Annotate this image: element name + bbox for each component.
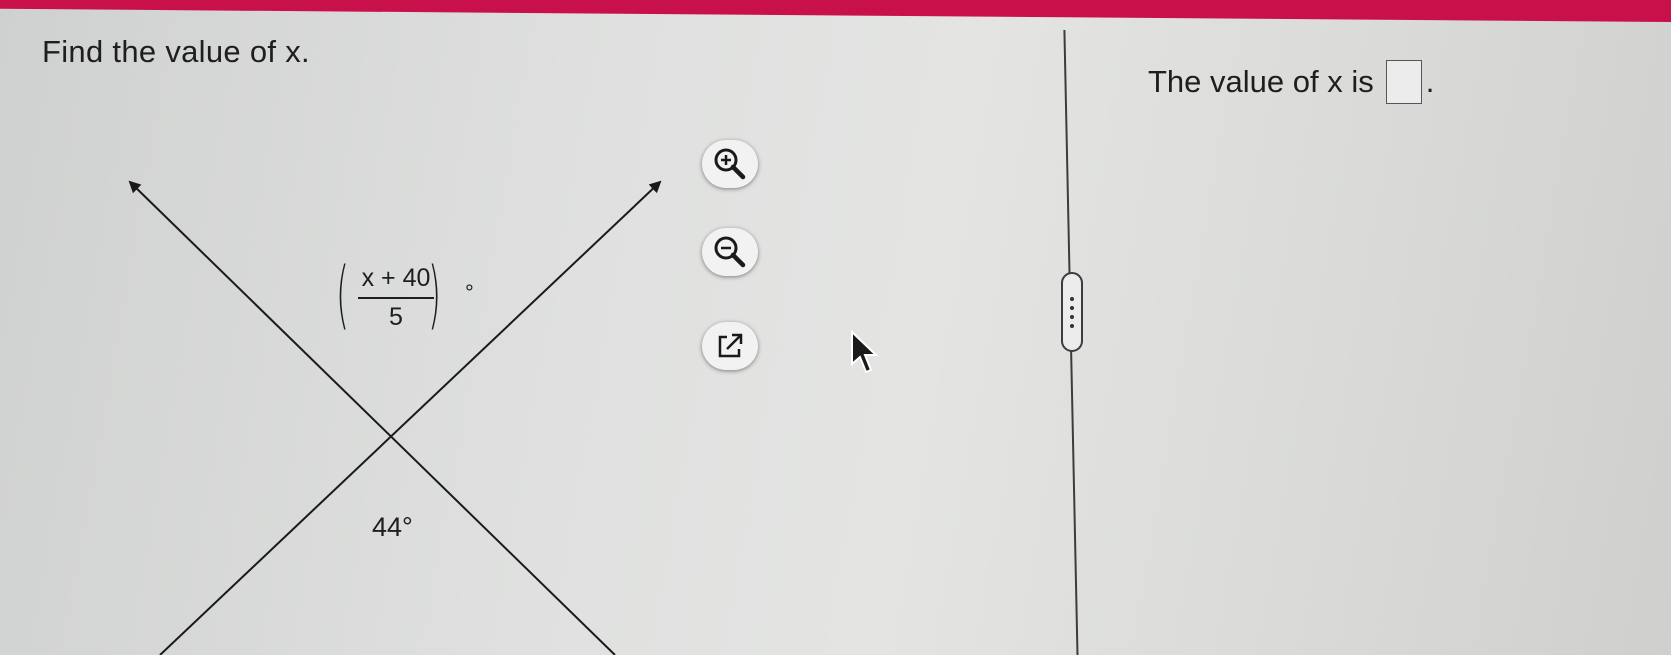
grip-dot (1070, 296, 1074, 301)
answer-statement: The value of x is . (1148, 60, 1434, 104)
fraction-denominator: 5 (389, 303, 403, 331)
answer-period: . (1425, 64, 1435, 99)
answer-input[interactable] (1385, 60, 1422, 104)
mouse-cursor-icon (851, 330, 879, 374)
grip-dot (1070, 314, 1074, 319)
grip-dot (1070, 323, 1074, 328)
zoom-out-button[interactable] (702, 228, 758, 276)
fraction-bar (358, 297, 434, 299)
angle-top-degree: ° (465, 280, 474, 305)
pane-resize-handle[interactable] (1061, 272, 1083, 352)
zoom-out-icon (714, 236, 746, 268)
external-link-icon (718, 333, 743, 358)
left-parenthesis: ( (335, 252, 349, 338)
line-descending (128, 180, 616, 655)
angle-label-bottom: 44° (372, 512, 413, 542)
zoom-in-button[interactable] (702, 140, 758, 188)
fraction-numerator: x + 40 (361, 264, 431, 292)
line-ascending (159, 180, 662, 655)
angle-label-fraction: ( x + 40 5 ) (332, 258, 442, 344)
zoom-in-icon (714, 148, 746, 180)
popout-button[interactable] (702, 322, 758, 370)
answer-text: The value of x is (1148, 64, 1374, 99)
grip-dot (1070, 305, 1074, 310)
right-parenthesis: ) (427, 252, 441, 338)
